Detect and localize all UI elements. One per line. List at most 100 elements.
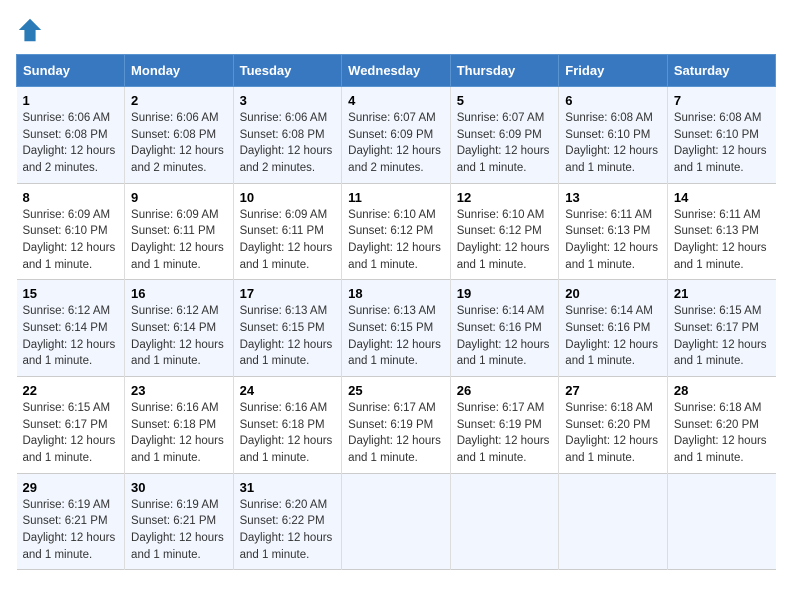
- day-info: Sunrise: 6:11 AMSunset: 6:13 PMDaylight:…: [565, 207, 661, 274]
- day-number: 26: [457, 383, 553, 398]
- calendar-cell: [667, 473, 775, 570]
- day-info: Sunrise: 6:10 AMSunset: 6:12 PMDaylight:…: [348, 207, 444, 274]
- calendar-cell: 11 Sunrise: 6:10 AMSunset: 6:12 PMDayligh…: [342, 183, 451, 280]
- day-info: Sunrise: 6:19 AMSunset: 6:21 PMDaylight:…: [131, 497, 227, 564]
- calendar-cell: 29 Sunrise: 6:19 AMSunset: 6:21 PMDayligh…: [17, 473, 125, 570]
- calendar-cell: [342, 473, 451, 570]
- calendar-cell: 21 Sunrise: 6:15 AMSunset: 6:17 PMDayligh…: [667, 280, 775, 377]
- day-info: Sunrise: 6:16 AMSunset: 6:18 PMDaylight:…: [131, 400, 227, 467]
- day-number: 19: [457, 286, 553, 301]
- day-number: 12: [457, 190, 553, 205]
- day-number: 2: [131, 93, 227, 108]
- calendar-week-row: 1 Sunrise: 6:06 AMSunset: 6:08 PMDaylight…: [17, 87, 776, 184]
- calendar-cell: 22Sunrise: 6:15 AMSunset: 6:17 PMDayligh…: [17, 377, 125, 474]
- day-info: Sunrise: 6:06 AMSunset: 6:08 PMDaylight:…: [240, 110, 336, 177]
- calendar-cell: 10 Sunrise: 6:09 AMSunset: 6:11 PMDayligh…: [233, 183, 342, 280]
- header-monday: Monday: [125, 55, 234, 87]
- header-thursday: Thursday: [450, 55, 559, 87]
- page-header: [16, 16, 776, 44]
- calendar-cell: 12 Sunrise: 6:10 AMSunset: 6:12 PMDayligh…: [450, 183, 559, 280]
- day-number: 24: [240, 383, 336, 398]
- calendar-cell: 19 Sunrise: 6:14 AMSunset: 6:16 PMDayligh…: [450, 280, 559, 377]
- day-info: Sunrise: 6:09 AMSunset: 6:10 PMDaylight:…: [23, 207, 119, 274]
- day-info: Sunrise: 6:06 AMSunset: 6:08 PMDaylight:…: [131, 110, 227, 177]
- day-number: 4: [348, 93, 444, 108]
- day-info: Sunrise: 6:16 AMSunset: 6:18 PMDaylight:…: [240, 400, 336, 467]
- header-friday: Friday: [559, 55, 668, 87]
- day-number: 3: [240, 93, 336, 108]
- calendar-cell: 20Sunrise: 6:14 AMSunset: 6:16 PMDayligh…: [559, 280, 668, 377]
- calendar-cell: 1 Sunrise: 6:06 AMSunset: 6:08 PMDaylight…: [17, 87, 125, 184]
- header-sunday: Sunday: [17, 55, 125, 87]
- day-info: Sunrise: 6:19 AMSunset: 6:21 PMDaylight:…: [23, 497, 119, 564]
- calendar-cell: [450, 473, 559, 570]
- day-number: 9: [131, 190, 227, 205]
- calendar-cell: 26 Sunrise: 6:17 AMSunset: 6:19 PMDayligh…: [450, 377, 559, 474]
- day-number: 15: [23, 286, 119, 301]
- calendar-cell: 18Sunrise: 6:13 AMSunset: 6:15 PMDayligh…: [342, 280, 451, 377]
- day-number: 8: [23, 190, 119, 205]
- day-info: Sunrise: 6:17 AMSunset: 6:19 PMDaylight:…: [457, 400, 553, 467]
- logo-icon: [16, 16, 44, 44]
- day-number: 16: [131, 286, 227, 301]
- header-tuesday: Tuesday: [233, 55, 342, 87]
- header-saturday: Saturday: [667, 55, 775, 87]
- day-number: 17: [240, 286, 336, 301]
- day-number: 29: [23, 480, 119, 495]
- calendar-cell: 31 Sunrise: 6:20 AMSunset: 6:22 PMDayligh…: [233, 473, 342, 570]
- day-info: Sunrise: 6:09 AMSunset: 6:11 PMDaylight:…: [240, 207, 336, 274]
- day-number: 11: [348, 190, 444, 205]
- calendar-cell: 8 Sunrise: 6:09 AMSunset: 6:10 PMDaylight…: [17, 183, 125, 280]
- day-number: 23: [131, 383, 227, 398]
- day-info: Sunrise: 6:10 AMSunset: 6:12 PMDaylight:…: [457, 207, 553, 274]
- calendar-cell: 9 Sunrise: 6:09 AMSunset: 6:11 PMDaylight…: [125, 183, 234, 280]
- day-info: Sunrise: 6:12 AMSunset: 6:14 PMDaylight:…: [23, 303, 119, 370]
- calendar-cell: 5 Sunrise: 6:07 AMSunset: 6:09 PMDaylight…: [450, 87, 559, 184]
- day-number: 7: [674, 93, 770, 108]
- day-number: 31: [240, 480, 336, 495]
- day-info: Sunrise: 6:13 AMSunset: 6:15 PMDaylight:…: [240, 303, 336, 370]
- day-info: Sunrise: 6:09 AMSunset: 6:11 PMDaylight:…: [131, 207, 227, 274]
- day-number: 5: [457, 93, 553, 108]
- calendar-cell: 23 Sunrise: 6:16 AMSunset: 6:18 PMDayligh…: [125, 377, 234, 474]
- day-number: 6: [565, 93, 661, 108]
- day-number: 25: [348, 383, 444, 398]
- day-number: 27: [565, 383, 661, 398]
- logo: [16, 16, 48, 44]
- day-info: Sunrise: 6:08 AMSunset: 6:10 PMDaylight:…: [565, 110, 661, 177]
- day-info: Sunrise: 6:08 AMSunset: 6:10 PMDaylight:…: [674, 110, 770, 177]
- day-info: Sunrise: 6:07 AMSunset: 6:09 PMDaylight:…: [457, 110, 553, 177]
- day-info: Sunrise: 6:07 AMSunset: 6:09 PMDaylight:…: [348, 110, 444, 177]
- day-number: 13: [565, 190, 661, 205]
- calendar-week-row: 22Sunrise: 6:15 AMSunset: 6:17 PMDayligh…: [17, 377, 776, 474]
- day-number: 21: [674, 286, 770, 301]
- calendar-cell: [559, 473, 668, 570]
- day-info: Sunrise: 6:06 AMSunset: 6:08 PMDaylight:…: [23, 110, 119, 177]
- header-wednesday: Wednesday: [342, 55, 451, 87]
- day-info: Sunrise: 6:20 AMSunset: 6:22 PMDaylight:…: [240, 497, 336, 564]
- day-number: 10: [240, 190, 336, 205]
- day-info: Sunrise: 6:15 AMSunset: 6:17 PMDaylight:…: [674, 303, 770, 370]
- day-info: Sunrise: 6:12 AMSunset: 6:14 PMDaylight:…: [131, 303, 227, 370]
- day-info: Sunrise: 6:13 AMSunset: 6:15 PMDaylight:…: [348, 303, 444, 370]
- calendar-cell: 3 Sunrise: 6:06 AMSunset: 6:08 PMDaylight…: [233, 87, 342, 184]
- calendar-cell: 15 Sunrise: 6:12 AMSunset: 6:14 PMDayligh…: [17, 280, 125, 377]
- day-number: 28: [674, 383, 770, 398]
- calendar-cell: 28Sunrise: 6:18 AMSunset: 6:20 PMDayligh…: [667, 377, 775, 474]
- day-info: Sunrise: 6:14 AMSunset: 6:16 PMDaylight:…: [565, 303, 661, 370]
- calendar-cell: 25 Sunrise: 6:17 AMSunset: 6:19 PMDayligh…: [342, 377, 451, 474]
- calendar-cell: 6 Sunrise: 6:08 AMSunset: 6:10 PMDaylight…: [559, 87, 668, 184]
- calendar-cell: 30Sunrise: 6:19 AMSunset: 6:21 PMDayligh…: [125, 473, 234, 570]
- day-info: Sunrise: 6:17 AMSunset: 6:19 PMDaylight:…: [348, 400, 444, 467]
- calendar-cell: 17 Sunrise: 6:13 AMSunset: 6:15 PMDayligh…: [233, 280, 342, 377]
- day-info: Sunrise: 6:15 AMSunset: 6:17 PMDaylight:…: [23, 400, 119, 467]
- calendar-cell: 2 Sunrise: 6:06 AMSunset: 6:08 PMDaylight…: [125, 87, 234, 184]
- day-number: 14: [674, 190, 770, 205]
- day-number: 1: [23, 93, 119, 108]
- day-info: Sunrise: 6:14 AMSunset: 6:16 PMDaylight:…: [457, 303, 553, 370]
- calendar-cell: 7 Sunrise: 6:08 AMSunset: 6:10 PMDaylight…: [667, 87, 775, 184]
- calendar-cell: 4 Sunrise: 6:07 AMSunset: 6:09 PMDaylight…: [342, 87, 451, 184]
- calendar-week-row: 29 Sunrise: 6:19 AMSunset: 6:21 PMDayligh…: [17, 473, 776, 570]
- day-info: Sunrise: 6:18 AMSunset: 6:20 PMDaylight:…: [565, 400, 661, 467]
- calendar-header-row: SundayMondayTuesdayWednesdayThursdayFrid…: [17, 55, 776, 87]
